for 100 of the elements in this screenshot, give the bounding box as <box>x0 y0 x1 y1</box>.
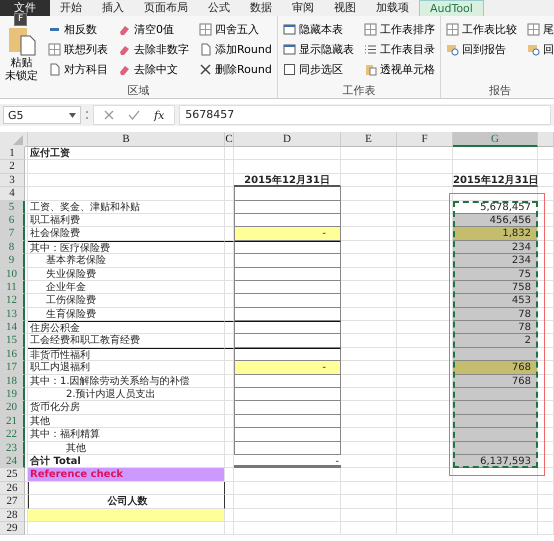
ribbon-tab[interactable]: 页面布局 <box>134 0 198 16</box>
select-all-corner[interactable] <box>0 132 25 147</box>
ribbon-button[interactable]: 透视单元格 <box>362 60 436 78</box>
ribbon-button[interactable]: 去除中文 <box>117 60 190 78</box>
table-cell <box>538 321 554 334</box>
ribbon-button[interactable]: 去除非数字 <box>117 40 190 58</box>
ribbon-tab[interactable]: 开始 <box>50 0 92 16</box>
formula-input[interactable]: 5678457 <box>179 105 551 125</box>
table-cell <box>397 454 453 468</box>
ribbon-tab[interactable]: 审阅 <box>282 0 324 16</box>
table-cell <box>341 160 397 174</box>
ribbon-button[interactable]: 工作表比较 <box>444 20 518 38</box>
table-cell <box>397 508 453 522</box>
insert-function-button[interactable]: fx <box>154 108 164 122</box>
ribbon-button[interactable]: 清空0值 <box>117 20 190 38</box>
column-header[interactable]: B <box>28 132 225 147</box>
row-header[interactable]: 15 <box>0 334 25 348</box>
ribbon-button[interactable]: 对方科目 <box>47 60 109 78</box>
table-cell <box>397 348 453 362</box>
row-header[interactable]: 1 <box>0 147 25 160</box>
cancel-icon[interactable] <box>104 110 114 120</box>
table-cell <box>397 200 453 214</box>
column-header[interactable]: C <box>225 132 234 147</box>
row-header[interactable]: 28 <box>0 508 25 522</box>
table-cell <box>341 401 397 415</box>
row-header[interactable]: 25 <box>0 468 25 482</box>
table-cell <box>397 374 453 388</box>
table-cell <box>341 522 397 536</box>
ribbon-tab[interactable]: 加载项 <box>366 0 419 16</box>
ribbon-tab[interactable]: AudTool <box>419 0 484 16</box>
row-header[interactable]: 19 <box>0 388 25 402</box>
ribbon-button[interactable]: 显示隐藏表 <box>282 40 355 58</box>
table-cell <box>397 414 453 428</box>
row-header[interactable]: 3 <box>0 174 25 188</box>
row-header[interactable]: 12 <box>0 294 25 308</box>
name-box[interactable]: G5 <box>3 106 81 124</box>
table-cell <box>341 227 397 241</box>
ribbon-tab[interactable]: 视图 <box>324 0 366 16</box>
row-header[interactable]: 7 <box>0 227 25 241</box>
table-cell <box>225 428 234 442</box>
row-header[interactable]: 23 <box>0 442 25 455</box>
ribbon-button[interactable]: 相反数 <box>47 20 109 38</box>
ribbon-button[interactable]: 联想列表 <box>47 40 109 58</box>
file-tab[interactable]: 文件 <box>0 0 50 16</box>
table-cell <box>397 254 453 268</box>
row-header[interactable]: 8 <box>0 240 25 254</box>
table-cell: 78 <box>453 321 538 334</box>
column-header[interactable]: D <box>234 132 341 147</box>
check-icon[interactable] <box>128 110 140 120</box>
row-header[interactable]: 11 <box>0 280 25 294</box>
row-header[interactable]: 27 <box>0 495 25 509</box>
row-header[interactable]: 17 <box>0 361 25 375</box>
ribbon-button[interactable]: 回 <box>526 40 554 58</box>
ribbon-button[interactable]: 回到报告 <box>444 40 518 58</box>
column-header[interactable]: E <box>341 132 397 147</box>
row-header[interactable]: 2 <box>0 160 25 174</box>
dropdown-icon <box>69 112 76 118</box>
row-header[interactable]: 21 <box>0 414 25 428</box>
row-header[interactable]: 5 <box>0 200 25 214</box>
row-header[interactable]: 22 <box>0 428 25 442</box>
ribbon-button[interactable]: 添加Round <box>198 40 273 58</box>
table-cell <box>397 321 453 334</box>
row-header[interactable]: 6 <box>0 214 25 228</box>
table-cell: 失业保险费 <box>28 268 225 281</box>
ribbon-button[interactable]: 隐藏本表 <box>282 20 355 38</box>
ribbon-tab[interactable]: 插入 <box>92 0 134 16</box>
table-cell <box>397 187 453 201</box>
row-header[interactable]: 16 <box>0 348 25 362</box>
column-header[interactable]: F <box>397 132 453 147</box>
row-header[interactable]: 26 <box>0 482 25 496</box>
ribbon-button[interactable]: 删除Round <box>198 60 273 78</box>
row-header[interactable]: 20 <box>0 401 25 415</box>
table-cell <box>341 454 397 468</box>
row-header[interactable]: 13 <box>0 308 25 322</box>
table-cell <box>538 468 554 482</box>
row-header[interactable]: 10 <box>0 268 25 281</box>
ribbon-button[interactable]: 同步选区 <box>282 60 355 78</box>
table-cell <box>225 160 234 174</box>
square-icon <box>282 62 296 76</box>
ribbon-tab[interactable]: 公式 <box>198 0 240 16</box>
column-header[interactable] <box>538 132 554 147</box>
row-header[interactable]: 24 <box>0 454 25 468</box>
ribbon-button[interactable]: 四舍五入 <box>198 20 273 38</box>
row-header[interactable]: 4 <box>0 187 25 201</box>
table-cell <box>538 294 554 308</box>
ribbon-button[interactable]: 工作表目录 <box>362 40 436 58</box>
table-cell <box>538 522 554 536</box>
grid-icon <box>199 22 212 36</box>
row-header[interactable]: 18 <box>0 374 25 388</box>
table-cell <box>225 321 234 334</box>
table-cell <box>225 187 234 201</box>
ribbon-tab[interactable]: 数据 <box>240 0 282 16</box>
ribbon-button[interactable]: 工作表排序 <box>362 20 436 38</box>
row-header[interactable]: 9 <box>0 254 25 268</box>
table-cell: 应付工资 <box>28 147 225 160</box>
ribbon-button[interactable]: 尾 <box>526 20 554 38</box>
table-cell <box>397 227 453 241</box>
grid-icon <box>446 22 459 36</box>
row-header[interactable]: 29 <box>0 522 25 536</box>
row-header[interactable]: 14 <box>0 321 25 334</box>
